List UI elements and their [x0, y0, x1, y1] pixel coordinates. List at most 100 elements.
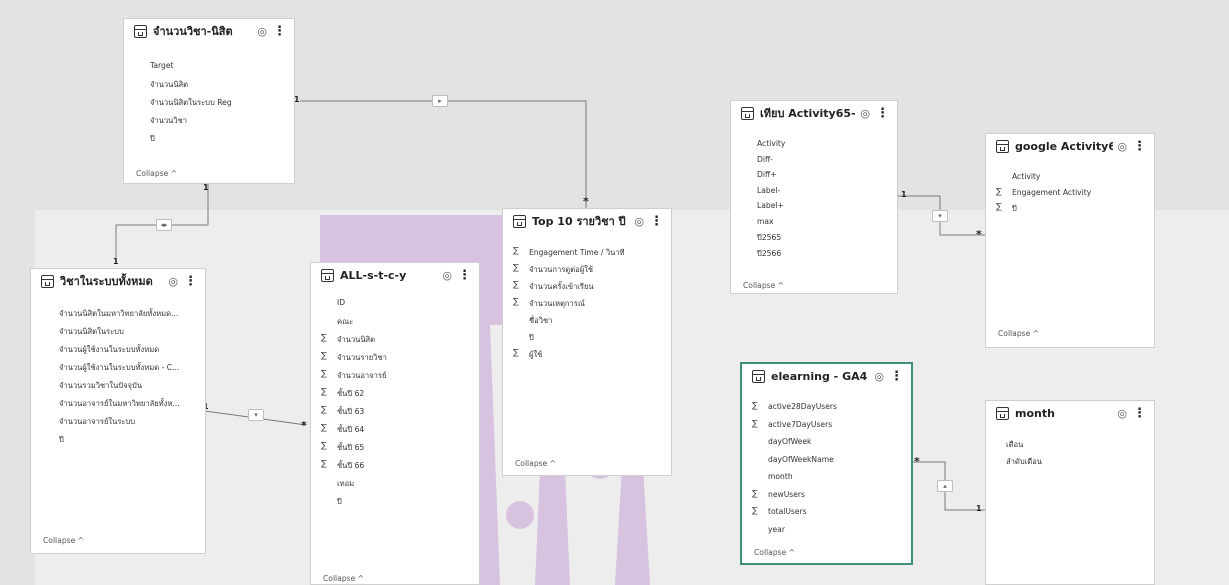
- field-item[interactable]: จำนวนนิสิตในระบบ: [59, 326, 124, 338]
- field-item[interactable]: จำนวนผู้ใช้งานในระบบทั้งหมด: [59, 344, 159, 356]
- table-card-t4[interactable]: Top 10 รายวิชา ปี 66 ◎ ⋮ ∑ Engagement Time /…: [502, 208, 672, 476]
- collapse-button[interactable]: Collapse ^: [998, 329, 1039, 338]
- field-item[interactable]: ปี: [59, 434, 64, 446]
- field-item[interactable]: จำนวนวิชา: [150, 115, 187, 127]
- field-item[interactable]: ชั้นปี 66: [337, 460, 364, 472]
- field-item[interactable]: Target: [150, 61, 174, 70]
- field-item[interactable]: ผู้ใช้: [529, 349, 542, 361]
- collapse-button[interactable]: Collapse ^: [743, 281, 784, 290]
- field-item[interactable]: Diff-: [757, 155, 773, 164]
- field-item[interactable]: ปี2565: [757, 232, 781, 244]
- field-item[interactable]: newUsers: [768, 490, 805, 499]
- more-options-icon[interactable]: ⋮: [890, 369, 903, 384]
- field-item[interactable]: ปี: [529, 332, 534, 344]
- field-item[interactable]: ชั้นปี 62: [337, 388, 364, 400]
- field-item[interactable]: Diff+: [757, 170, 777, 179]
- collapse-button[interactable]: Collapse ^: [515, 459, 556, 468]
- field-item[interactable]: จำนวนรายวิชา: [337, 352, 387, 364]
- eye-icon[interactable]: ◎: [634, 215, 644, 228]
- field-item[interactable]: จำนวนเหตุการณ์: [529, 298, 585, 310]
- field-item[interactable]: จำนวนนิสิตในมหาวิทยาลัยทั้งหมด...: [59, 308, 178, 320]
- field-item[interactable]: active7DayUsers: [768, 420, 832, 429]
- field-item[interactable]: ปี: [1012, 203, 1017, 215]
- field-item[interactable]: active28DayUsers: [768, 402, 837, 411]
- eye-icon[interactable]: ◎: [874, 370, 884, 383]
- more-options-icon[interactable]: ⋮: [876, 106, 889, 121]
- field-item[interactable]: ปี: [337, 496, 342, 508]
- field-item[interactable]: ปี: [150, 133, 155, 145]
- collapse-button[interactable]: Collapse ^: [754, 548, 795, 557]
- table-card-t8[interactable]: month ◎ ⋮ เดือน ลำดับเดือน: [985, 400, 1155, 585]
- field-item[interactable]: year: [768, 525, 785, 534]
- more-options-icon[interactable]: ⋮: [458, 268, 471, 283]
- field-item[interactable]: เดือน: [1006, 439, 1023, 451]
- filter-direction-icon[interactable]: ▾: [248, 409, 264, 421]
- model-canvas[interactable]: ▸ ◂▸ ▾ ▾ ▴ 1 * 1 1 1 * 1 * * 1 จำนวนวิชา…: [0, 0, 1229, 585]
- field-item[interactable]: Activity: [757, 139, 785, 148]
- more-options-icon[interactable]: ⋮: [1133, 139, 1146, 154]
- field-item[interactable]: จำนวนนิสิตในระบบ Reg: [150, 97, 232, 109]
- table-card-t7[interactable]: elearning - GA4 ◎ ⋮ ∑ active28DayUsers ∑ activ…: [740, 362, 913, 565]
- field-item[interactable]: จำนวนการดูต่อผู้ใช้: [529, 264, 593, 276]
- eye-icon[interactable]: ◎: [1117, 140, 1127, 153]
- more-options-icon[interactable]: ⋮: [184, 274, 197, 289]
- table-card-header[interactable]: elearning - GA4 ◎ ⋮: [752, 364, 903, 388]
- field-item[interactable]: max: [757, 217, 774, 226]
- sigma-icon: ∑: [752, 401, 758, 411]
- field-item[interactable]: จำนวนรวมวิชาในปัจจุบัน: [59, 380, 142, 392]
- field-item[interactable]: totalUsers: [768, 507, 807, 516]
- table-card-header[interactable]: เทียบ Activity65-66 ◎ ⋮: [741, 101, 889, 125]
- field-item[interactable]: เทอม: [337, 478, 354, 490]
- table-card-header[interactable]: month ◎ ⋮: [996, 401, 1146, 425]
- more-options-icon[interactable]: ⋮: [1133, 406, 1146, 421]
- table-card-t6[interactable]: google Activity65-AL...◎ ⋮ Activity ∑ Engage…: [985, 133, 1155, 348]
- field-item[interactable]: ชั้นปี 64: [337, 424, 364, 436]
- eye-icon[interactable]: ◎: [442, 269, 452, 282]
- collapse-button[interactable]: Collapse ^: [323, 574, 364, 583]
- field-item[interactable]: จำนวนนิสิต: [150, 79, 188, 91]
- field-item[interactable]: ปี2566: [757, 248, 781, 260]
- field-item[interactable]: จำนวนอาจารย์ในมหาวิทยาลัยทั้งห...: [59, 398, 180, 410]
- table-card-t2[interactable]: วิชาในระบบทั้งหมด ◎ ⋮ จำนวนนิสิตในมหาวิทยาล…: [30, 268, 206, 554]
- field-item[interactable]: Engagement Activity: [1012, 188, 1091, 197]
- eye-icon[interactable]: ◎: [168, 275, 178, 288]
- more-options-icon[interactable]: ⋮: [650, 214, 663, 229]
- table-card-t5[interactable]: เทียบ Activity65-66 ◎ ⋮ Activity Diff- Diff+ L…: [730, 100, 898, 294]
- field-item[interactable]: จำนวนครั้งเข้าเรียน: [529, 281, 594, 293]
- table-card-header[interactable]: ALL-s-t-c-y ◎ ⋮: [321, 263, 471, 287]
- field-item[interactable]: ชั้นปี 63: [337, 406, 364, 418]
- table-card-header[interactable]: Top 10 รายวิชา ปี 66 ◎ ⋮: [513, 209, 663, 233]
- table-card-t3[interactable]: ALL-s-t-c-y ◎ ⋮ ID คณะ ∑ จำนวนนิสิต ∑ จำนวนรายวิ…: [310, 262, 480, 585]
- eye-icon[interactable]: ◎: [257, 25, 267, 38]
- field-item[interactable]: ID: [337, 298, 345, 307]
- field-item[interactable]: Engagement Time / วินาที: [529, 247, 625, 259]
- single-direction-arrow-icon[interactable]: ▸: [432, 95, 448, 107]
- eye-icon[interactable]: ◎: [1117, 407, 1127, 420]
- field-item[interactable]: dayOfWeek: [768, 437, 811, 446]
- collapse-button[interactable]: Collapse ^: [136, 169, 177, 178]
- eye-icon[interactable]: ◎: [860, 107, 870, 120]
- more-options-icon[interactable]: ⋮: [273, 24, 286, 39]
- bidirectional-arrow-icon[interactable]: ◂▸: [156, 219, 172, 231]
- collapse-button[interactable]: Collapse ^: [43, 536, 84, 545]
- field-item[interactable]: Activity: [1012, 172, 1040, 181]
- filter-direction-icon[interactable]: ▴: [937, 480, 953, 492]
- table-card-header[interactable]: google Activity65-AL...◎ ⋮: [996, 134, 1146, 158]
- sigma-icon: ∑: [513, 280, 519, 290]
- field-item[interactable]: Label-: [757, 186, 780, 195]
- field-item[interactable]: จำนวนอาจารย์: [337, 370, 386, 382]
- field-item[interactable]: จำนวนอาจารย์ในระบบ: [59, 416, 135, 428]
- table-card-t1[interactable]: จำนวนวิชา-นิสิต ◎ ⋮ Target จำนวนนิสิต จำนวนนิ…: [123, 18, 295, 184]
- field-item[interactable]: ลำดับเดือน: [1006, 456, 1042, 468]
- field-item[interactable]: จำนวนนิสิต: [337, 334, 375, 346]
- field-item[interactable]: Label+: [757, 201, 784, 210]
- table-card-header[interactable]: จำนวนวิชา-นิสิต ◎ ⋮: [134, 19, 286, 43]
- field-item[interactable]: ชื่อวิชา: [529, 315, 552, 327]
- table-card-header[interactable]: วิชาในระบบทั้งหมด ◎ ⋮: [41, 269, 197, 293]
- field-item[interactable]: dayOfWeekName: [768, 455, 834, 464]
- field-item[interactable]: จำนวนผู้ใช้งานในระบบทั้งหมด - C...: [59, 362, 179, 374]
- field-item[interactable]: คณะ: [337, 316, 353, 328]
- filter-direction-icon[interactable]: ▾: [932, 210, 948, 222]
- field-item[interactable]: ชั้นปี 65: [337, 442, 364, 454]
- field-item[interactable]: month: [768, 472, 793, 481]
